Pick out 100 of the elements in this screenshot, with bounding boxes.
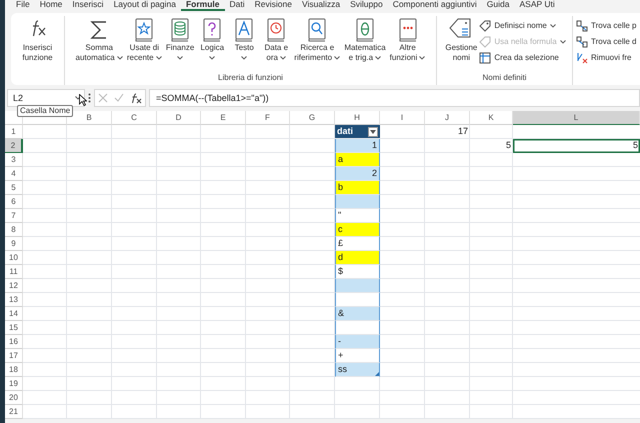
function-icon[interactable]: [130, 92, 142, 104]
function-library-button[interactable]: Finanze: [164, 16, 196, 63]
check-icon[interactable]: [114, 93, 124, 103]
coins-book-icon: [170, 18, 190, 42]
menu-tab[interactable]: Visualizza: [296, 0, 346, 11]
ribbon-command[interactable]: Crea da selezione: [479, 50, 566, 66]
selected-cell: 5: [513, 139, 640, 153]
tag-icon: [479, 36, 492, 48]
menu-tab[interactable]: Sviluppo: [345, 0, 388, 11]
table-cell: £: [335, 237, 380, 251]
menu-tab[interactable]: File: [11, 0, 35, 11]
menu-tab[interactable]: Home: [34, 0, 68, 11]
trace-arrow-icon: [576, 36, 588, 48]
name-manager-button[interactable]: Gestione nomi: [443, 16, 480, 63]
ribbon-command[interactable]: Rimuovi fre: [576, 50, 636, 66]
table-cell: 2: [335, 167, 380, 181]
ribbon-command[interactable]: Trova celle d: [576, 34, 636, 50]
table-cell: $: [335, 265, 380, 279]
row-header[interactable]: 19: [5, 377, 23, 391]
caret-icon: [370, 130, 376, 134]
ribbon-command[interactable]: Trova celle p: [576, 18, 636, 34]
tag-icon: [479, 20, 492, 32]
row-header[interactable]: 12: [5, 279, 23, 293]
row-header[interactable]: 15: [5, 321, 23, 335]
function-library-button[interactable]: Somma automatica: [74, 16, 125, 63]
ribbon-command[interactable]: Definisci nome: [479, 18, 566, 34]
cell-text: 5: [504, 139, 512, 152]
table-icon: [479, 52, 492, 64]
table-cell: d: [335, 251, 380, 265]
row-header[interactable]: 4: [5, 167, 23, 181]
row-header[interactable]: 18: [5, 363, 23, 377]
menu-tab[interactable]: Revisione: [250, 0, 297, 11]
table-cell: ": [335, 209, 380, 223]
column-header[interactable]: B: [67, 111, 112, 125]
cell-text: 17: [456, 125, 469, 138]
mouse-pointer-icon: [79, 94, 87, 106]
function-library-button[interactable]: Testo: [228, 16, 260, 63]
row-header[interactable]: 14: [5, 307, 23, 321]
letter-book-icon: [234, 18, 254, 42]
menu-tab[interactable]: Componenti aggiuntivi: [388, 0, 482, 11]
table-cell: 1: [335, 139, 380, 153]
table-cell: b: [335, 181, 380, 195]
row-header[interactable]: 17: [5, 349, 23, 363]
row-header[interactable]: 16: [5, 335, 23, 349]
menu-tab[interactable]: Guida: [482, 0, 514, 11]
more-options-icon[interactable]: [88, 93, 91, 103]
magnifier-book-icon: [307, 18, 328, 42]
column-title: dati: [337, 125, 354, 138]
row-header[interactable]: 6: [5, 195, 23, 209]
column-header[interactable]: G: [290, 111, 335, 125]
row-header[interactable]: 5: [5, 181, 23, 195]
row-header[interactable]: 11: [5, 265, 23, 279]
column-header[interactable]: D: [157, 111, 201, 125]
column-header[interactable]: F: [246, 111, 290, 125]
row-header[interactable]: 3: [5, 153, 23, 167]
column-header[interactable]: C: [112, 111, 157, 125]
function-library-button[interactable]: Usate di recente: [124, 16, 164, 63]
column-header[interactable]: L: [513, 111, 640, 125]
table-cell: +: [335, 349, 380, 363]
table-cell: -: [335, 335, 380, 349]
menu-tab[interactable]: Layout di pagina: [108, 0, 181, 11]
row-header[interactable]: 2: [5, 139, 23, 153]
tooltip: Casella Nome: [17, 105, 74, 117]
column-header[interactable]: E: [201, 111, 246, 125]
function-library-button[interactable]: Altre funzioni: [388, 16, 428, 63]
row-header[interactable]: 7: [5, 209, 23, 223]
theta-book-icon: [354, 18, 375, 42]
star-book-icon: [134, 18, 154, 42]
clock-book-icon: [266, 18, 286, 42]
column-header[interactable]: I: [380, 111, 425, 125]
column-header[interactable]: J: [425, 111, 470, 125]
column-header[interactable]: H: [335, 111, 380, 125]
table-cell: c: [335, 223, 380, 237]
menu-tab[interactable]: ASAP Uti: [514, 0, 560, 11]
function-library-button[interactable]: Matematica e trig.a: [342, 16, 388, 63]
resize-handle-icon[interactable]: [375, 372, 379, 376]
row-header[interactable]: 8: [5, 223, 23, 237]
column-header[interactable]: K: [470, 111, 513, 125]
menu-tab[interactable]: Dati: [224, 0, 250, 11]
function-library-button[interactable]: Logica: [196, 16, 228, 63]
table-cell: &: [335, 307, 380, 321]
menu-tab[interactable]: Inserisci: [67, 0, 109, 11]
question-book-icon: [202, 18, 222, 42]
dots-book-icon: [398, 18, 418, 42]
row-header[interactable]: 21: [5, 405, 23, 419]
remove-arrows-icon: [576, 52, 588, 64]
row-header[interactable]: 10: [5, 251, 23, 265]
function-library-button[interactable]: Ricerca e riferimento: [292, 16, 342, 63]
filter-button[interactable]: [368, 126, 378, 136]
menu-tab[interactable]: Formule: [180, 0, 224, 11]
formula-input[interactable]: =SOMMA(--(Tabella1>="a")): [149, 89, 640, 107]
row-header[interactable]: 13: [5, 293, 23, 307]
row-header[interactable]: 20: [5, 391, 23, 405]
row-header[interactable]: 9: [5, 237, 23, 251]
row-header[interactable]: 1: [5, 125, 23, 139]
insert-function-button[interactable]: Inserisci funzione: [20, 16, 55, 63]
group-label: Nomi definiti: [482, 73, 526, 84]
table-cell: a: [335, 153, 380, 167]
trace-arrow-icon: [576, 20, 588, 32]
function-library-button[interactable]: Data e ora: [260, 16, 292, 63]
